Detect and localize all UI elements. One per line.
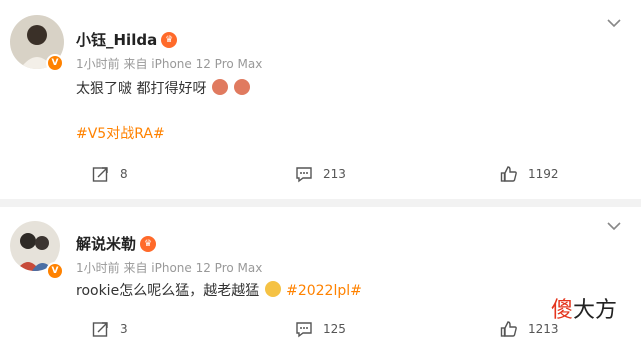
post-card: V 小钰_Hilda ♛ 1小时前 来自 iPhone 12 Pro Max 太… bbox=[0, 0, 641, 199]
post-meta: 1小时前 来自 iPhone 12 Pro Max bbox=[76, 57, 263, 71]
hashtag-link[interactable]: #V5对战RA# bbox=[76, 123, 165, 143]
repost-button[interactable]: 3 bbox=[92, 320, 128, 338]
post-meta: 1小时前 来自 iPhone 12 Pro Max bbox=[76, 261, 263, 275]
verified-badge: V bbox=[46, 262, 64, 280]
like-button[interactable]: 1213 bbox=[500, 320, 559, 338]
thumbs-up-icon bbox=[500, 166, 517, 182]
post-card: V 解说米勒 ♛ 1小时前 来自 iPhone 12 Pro Max rooki… bbox=[0, 207, 641, 344]
chevron-down-icon[interactable] bbox=[607, 18, 621, 28]
username[interactable]: 解说米勒 ♛ bbox=[76, 233, 157, 254]
emoji-icon bbox=[234, 79, 251, 95]
chat-bubble-icon bbox=[296, 167, 312, 183]
vip-crown-icon: ♛ bbox=[140, 235, 157, 252]
emoji-icon bbox=[264, 281, 281, 297]
username[interactable]: 小钰_Hilda ♛ bbox=[76, 29, 178, 50]
share-arrow-icon bbox=[92, 167, 108, 182]
repost-button[interactable]: 8 bbox=[92, 165, 128, 183]
post-text: rookie怎么呢么猛，越老越猛 #2022lpl# bbox=[76, 281, 362, 299]
vip-crown-icon: ♛ bbox=[161, 31, 178, 48]
emoji-icon bbox=[211, 79, 228, 95]
chat-bubble-icon bbox=[296, 322, 312, 338]
post-actions: 8 213 1192 bbox=[0, 165, 641, 185]
like-button[interactable]: 1192 bbox=[500, 165, 559, 183]
verified-badge: V bbox=[46, 54, 64, 72]
comment-button[interactable]: 213 bbox=[295, 165, 346, 183]
comment-button[interactable]: 125 bbox=[295, 320, 346, 338]
post-text: 太狠了啵 都打得好呀 bbox=[76, 78, 251, 98]
hashtag-link[interactable]: #2022lpl# bbox=[286, 283, 362, 299]
watermark: 傻大方 bbox=[551, 298, 618, 323]
chevron-down-icon[interactable] bbox=[607, 221, 621, 231]
share-arrow-icon bbox=[92, 322, 108, 337]
thumbs-up-icon bbox=[500, 321, 517, 337]
post-actions: 3 125 1213 bbox=[0, 320, 641, 340]
